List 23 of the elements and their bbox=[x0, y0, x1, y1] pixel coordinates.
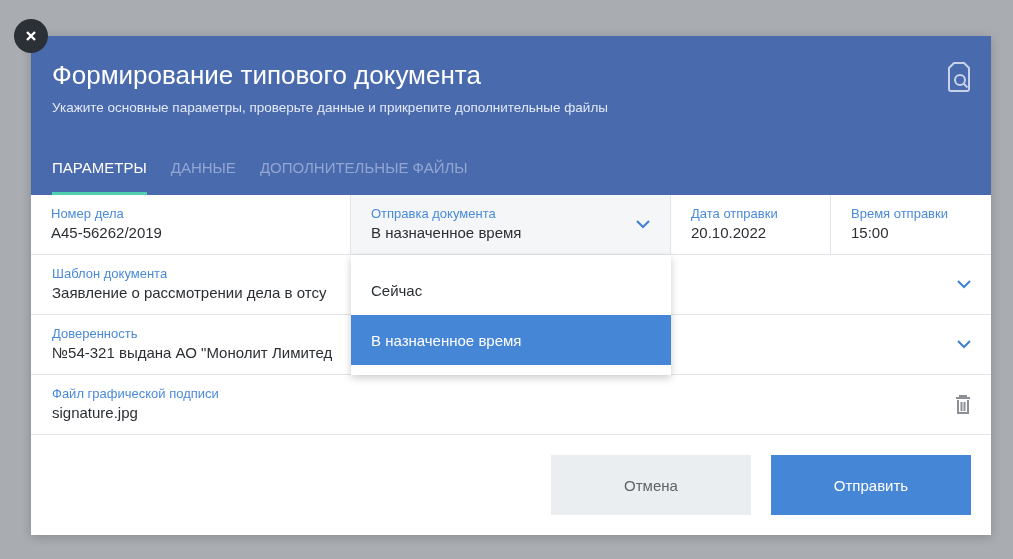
form-field[interactable]: Дата отправки 20.10.2022 bbox=[671, 195, 831, 254]
field-label: Файл графической подписи bbox=[52, 385, 219, 402]
close-button[interactable] bbox=[14, 19, 48, 53]
dialog-title: Формирование типового документа bbox=[52, 59, 482, 92]
dropdown-option[interactable]: Сейчас bbox=[351, 265, 671, 315]
chevron-down-icon bbox=[636, 220, 650, 229]
document-search-icon[interactable] bbox=[947, 62, 971, 92]
dialog-button[interactable]: Отмена bbox=[551, 455, 751, 515]
tab[interactable]: ПАРАМЕТРЫ bbox=[52, 159, 147, 195]
field-value[interactable]: Заявление о рассмотрении дела в отсу bbox=[52, 281, 327, 304]
field-label: Доверенность bbox=[52, 325, 138, 342]
chevron-down-icon[interactable] bbox=[957, 340, 971, 349]
dialog-button[interactable]: Отправить bbox=[771, 455, 971, 515]
field-value[interactable]: signature.jpg bbox=[52, 401, 138, 424]
trash-icon[interactable] bbox=[955, 394, 971, 415]
close-icon bbox=[25, 30, 37, 42]
field-value[interactable]: №54-321 выдана АО "Монолит Лимитед bbox=[52, 341, 333, 364]
field-label: Шаблон документа bbox=[52, 265, 168, 282]
chevron-down-icon[interactable] bbox=[957, 280, 971, 289]
form-field[interactable]: Время отправки 15:00 bbox=[831, 195, 991, 254]
dialog-subtitle: Укажите основные параметры, проверьте данные и прикрепите дополнительные файлы bbox=[52, 100, 608, 115]
form-field[interactable]: Отправка документа В назначенное время bbox=[351, 195, 671, 254]
dropdown-option[interactable]: В назначенное время bbox=[351, 315, 671, 365]
